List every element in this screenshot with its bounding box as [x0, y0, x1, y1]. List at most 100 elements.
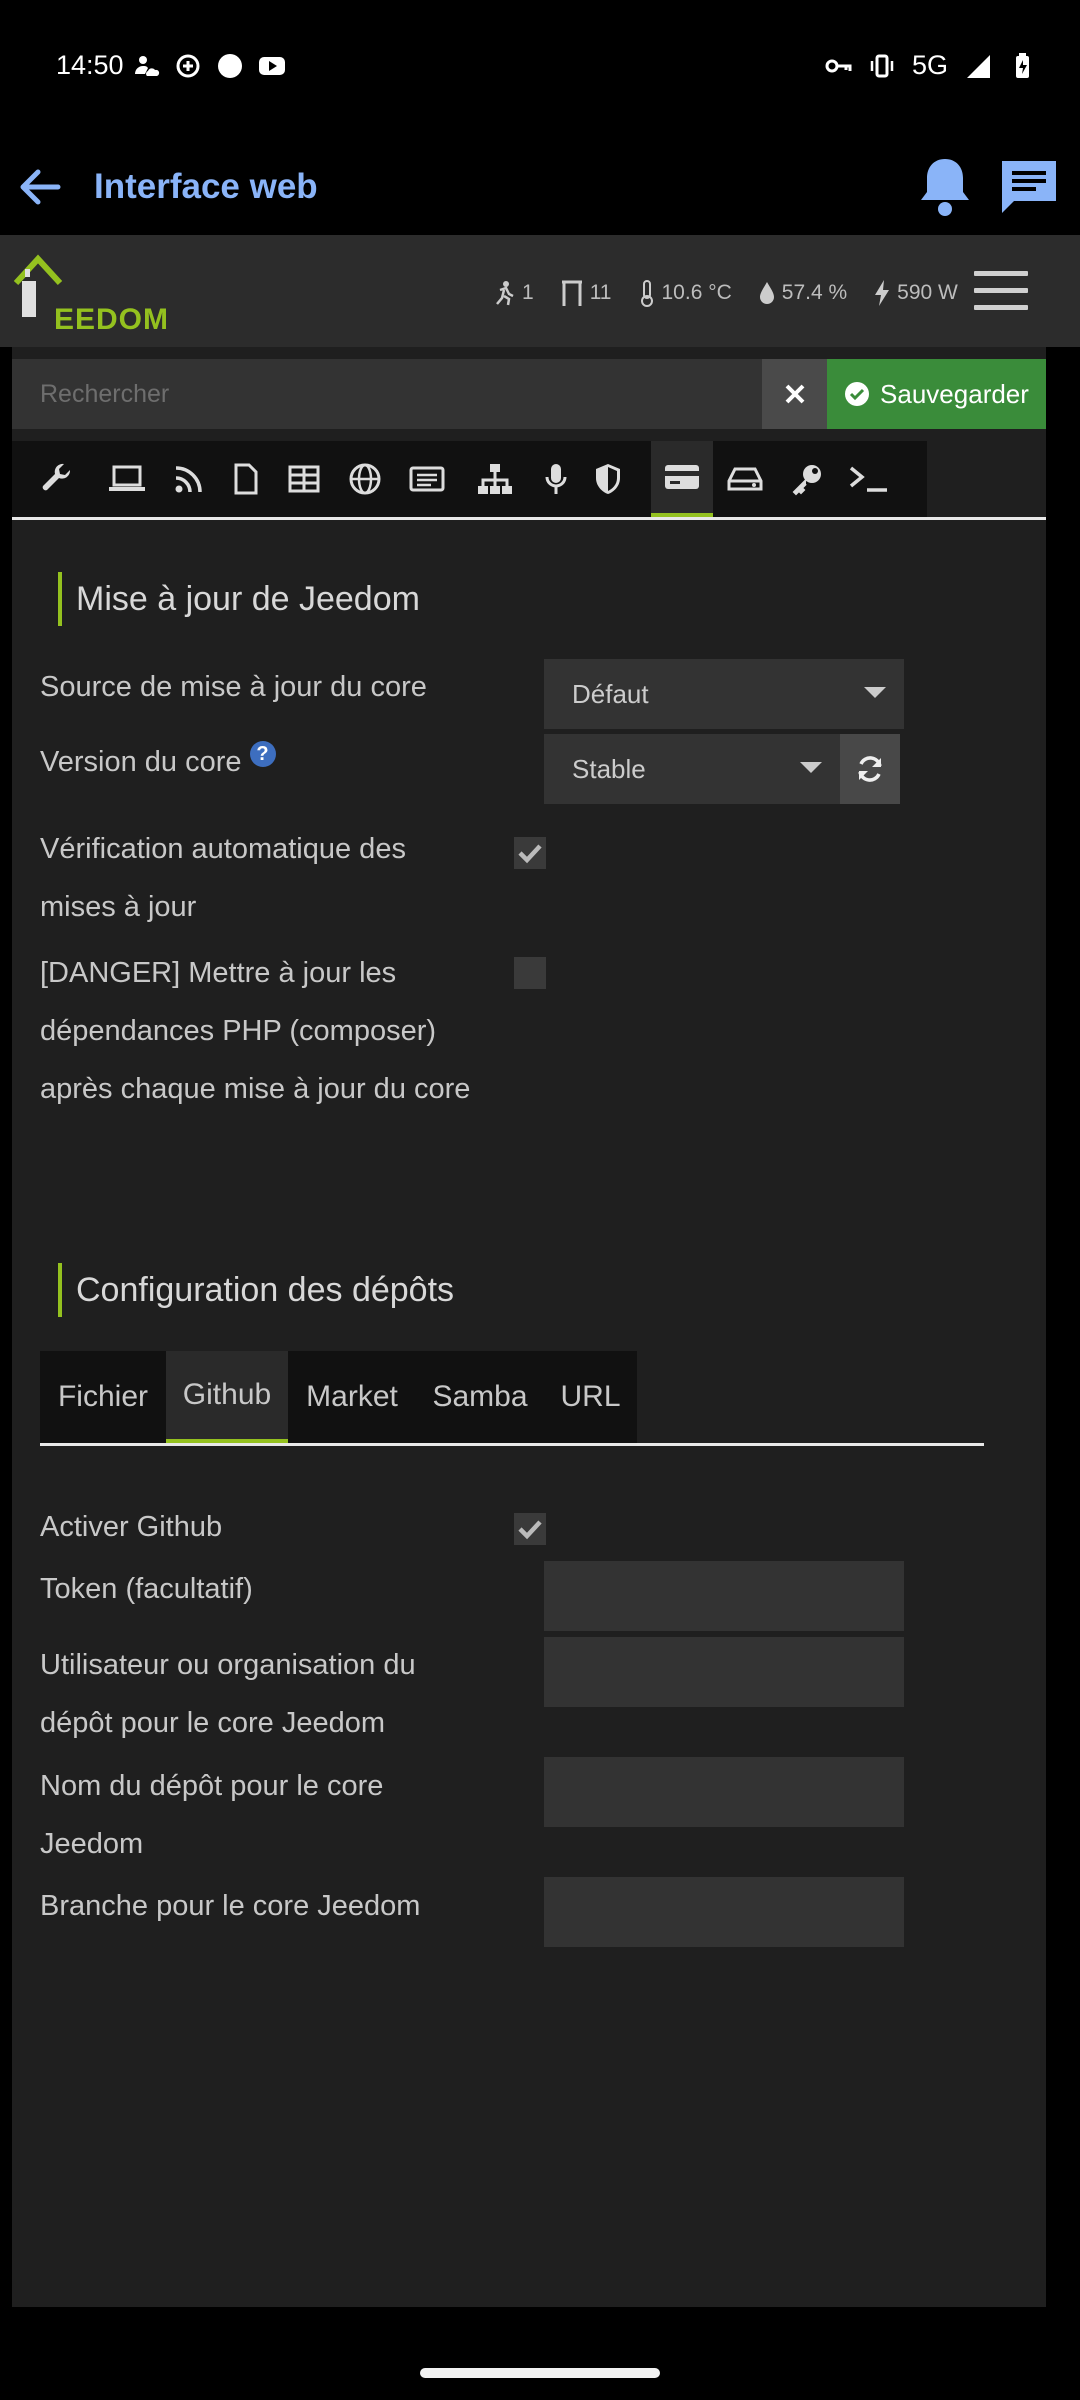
- source-value: Défaut: [572, 678, 649, 709]
- repos-section-title: Configuration des dépôts: [58, 1263, 454, 1317]
- save-button[interactable]: Sauvegarder: [827, 359, 1046, 429]
- tab-cache[interactable]: [714, 441, 776, 517]
- chevron-down-icon: [864, 687, 886, 698]
- hamburger-menu-icon[interactable]: [974, 271, 1028, 313]
- tab-summaries[interactable]: [273, 441, 335, 517]
- jeedom-logo[interactable]: EEDOM: [12, 249, 172, 336]
- github-user-label: Utilisateur ou organisation du dépôt pou…: [40, 1649, 416, 1739]
- tab-updates[interactable]: [651, 441, 713, 517]
- summary-humidity: 57.4 %: [781, 281, 848, 304]
- status-notification-icons: [132, 52, 286, 80]
- github-branch-input[interactable]: [544, 1877, 904, 1947]
- bolt-icon: [875, 280, 890, 306]
- version-label: Version du core?: [40, 733, 480, 791]
- signal-icon: [967, 54, 990, 78]
- sync-icon: [176, 54, 200, 78]
- app-title: Interface web: [94, 167, 318, 206]
- summary-power: 590 W: [897, 281, 958, 304]
- network-type: 5G: [911, 50, 948, 80]
- danger-label: [DANGER] Mettre à jour les dépendances P…: [40, 957, 471, 1105]
- tab-logs[interactable]: [215, 441, 277, 517]
- bell-icon[interactable]: [915, 153, 975, 219]
- tab-samba[interactable]: Samba: [416, 1351, 544, 1443]
- refresh-icon: [858, 756, 882, 782]
- status-system-icons: 5G: [824, 50, 1036, 81]
- github-user-input[interactable]: [544, 1637, 904, 1707]
- help-icon[interactable]: ?: [249, 741, 276, 768]
- danger-checkbox[interactable]: [514, 957, 546, 989]
- youtube-icon: [259, 57, 285, 75]
- terminal-icon: [849, 466, 887, 492]
- repo-tabs: Fichier Github Market Samba URL: [40, 1351, 984, 1446]
- gesture-nav-bar: [0, 2346, 1080, 2400]
- hard-drive-icon: [727, 467, 763, 491]
- battery-charging-icon: [1016, 52, 1029, 78]
- github-token-input[interactable]: [544, 1561, 904, 1631]
- thermometer-icon: [640, 280, 653, 307]
- tab-github[interactable]: Github: [166, 1351, 288, 1443]
- tab-general[interactable]: [26, 441, 88, 517]
- github-enable-checkbox[interactable]: [514, 1513, 546, 1545]
- vpn-key-icon: [825, 59, 852, 72]
- vibrate-icon: [870, 54, 894, 77]
- check-circle-icon: [845, 382, 870, 406]
- circle-icon: [218, 54, 242, 78]
- chat-icon[interactable]: [998, 157, 1060, 217]
- tab-security[interactable]: [577, 441, 639, 517]
- auto-check-checkbox[interactable]: [514, 837, 546, 869]
- github-repo-label: Nom du dépôt pour le core Jeedom: [40, 1770, 384, 1860]
- tab-networks[interactable]: [158, 441, 220, 517]
- key-icon: [792, 465, 821, 496]
- config-tabs: [12, 441, 1046, 520]
- search-input[interactable]: [12, 359, 762, 429]
- refresh-button[interactable]: [840, 734, 900, 804]
- tab-url[interactable]: URL: [544, 1351, 637, 1443]
- tab-dns[interactable]: [334, 441, 396, 517]
- github-enable-label: Activer Github: [40, 1511, 223, 1543]
- chevron-down-icon: [800, 762, 822, 773]
- auto-check-label: Vérification automatique des mises à jou…: [40, 833, 406, 923]
- tab-fichier[interactable]: Fichier: [40, 1351, 166, 1443]
- credit-card-icon: [665, 465, 699, 489]
- summary-temperature: 10.6 °C: [661, 281, 732, 304]
- cloud-person-icon: [135, 56, 160, 76]
- global-summary[interactable]: 1 11 10.6 °C 57.4 % 590 W: [492, 279, 958, 307]
- wrench-icon: [42, 463, 71, 491]
- laptop-icon: [109, 465, 145, 491]
- rss-icon: [175, 466, 202, 493]
- source-label: Source de mise à jour du core: [40, 671, 427, 703]
- checkmark-icon: [518, 1520, 542, 1540]
- tab-reports[interactable]: [396, 441, 458, 517]
- config-page: Sauvegarder Mise à jour de Jeedom Source…: [12, 347, 1046, 2307]
- tab-market[interactable]: Market: [288, 1351, 416, 1443]
- tab-interface[interactable]: [96, 441, 158, 517]
- network-tree-icon: [478, 464, 512, 494]
- home-indicator[interactable]: [420, 2368, 660, 2378]
- logo-text: EEDOM: [54, 303, 170, 336]
- close-icon: [785, 384, 804, 404]
- tab-links[interactable]: [464, 441, 526, 517]
- droplet-icon: [759, 282, 774, 304]
- jeedom-header: EEDOM 1 11 10.6 °C 57.4 % 590 W: [0, 235, 1080, 347]
- microphone-icon: [545, 464, 567, 494]
- version-label-text: Version du core: [40, 746, 242, 778]
- version-value: Stable: [572, 753, 646, 784]
- table-icon: [288, 465, 320, 493]
- save-label: Sauvegarder: [880, 378, 1029, 409]
- github-branch-label: Branche pour le core Jeedom: [40, 1890, 421, 1922]
- tab-api[interactable]: [776, 441, 838, 517]
- walking-icon: [496, 281, 514, 306]
- back-arrow-icon[interactable]: [14, 160, 68, 214]
- file-icon: [234, 463, 258, 495]
- search-box: [12, 359, 762, 429]
- app-bar: Interface web: [0, 135, 1080, 235]
- tab-os-db[interactable]: [838, 441, 900, 517]
- news-icon: [409, 466, 445, 492]
- summary-motion: 1: [522, 281, 534, 304]
- source-select[interactable]: Défaut: [544, 659, 904, 729]
- version-select[interactable]: Stable: [544, 734, 840, 804]
- clear-search-button[interactable]: [762, 359, 827, 429]
- shield-icon: [596, 464, 620, 494]
- checkmark-icon: [518, 844, 542, 864]
- github-repo-input[interactable]: [544, 1757, 904, 1827]
